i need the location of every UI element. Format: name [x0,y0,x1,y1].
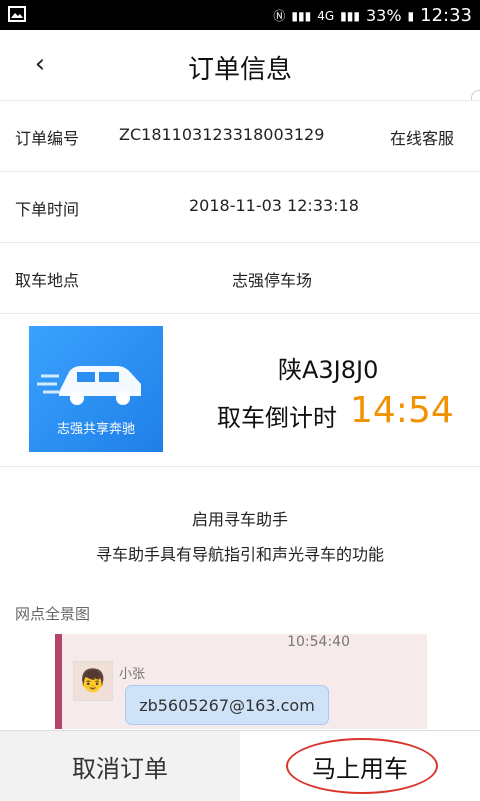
assistant-description: 寻车助手具有导航指引和声光寻车的功能 [95,545,384,564]
cancel-order-button[interactable]: 取消订单 [0,731,240,801]
use-car-now-button[interactable]: 马上用车 [240,731,480,801]
assistant-title[interactable]: 启用寻车助手 [0,506,480,530]
panorama-accent-bar [55,634,62,729]
order-time-label: 下单时间 [15,200,80,219]
panorama-image[interactable]: 10:54:40 👦 小张 zb5605267@163.com [55,634,427,729]
countdown-value: 14:54 [350,390,454,431]
countdown-label: 取车倒计时 [217,404,337,432]
battery-icon: ▮ [407,8,415,23]
car-card: 志强共享奔驰 陕A3J8J0 取车倒计时 14:54 [0,313,480,467]
order-number-row: 订单编号 ZC181103123318003129 在线客服 [0,100,480,172]
pickup-value: 志强停车场 [232,271,313,290]
online-service-link[interactable]: 在线客服 [390,125,454,149]
avatar: 👦 [73,661,113,701]
car-image: 志强共享奔驰 [29,326,163,452]
gallery-icon [8,6,26,26]
status-bar: Ⓝ ▮▮▮ 4G ▮▮▮ 33% ▮ 12:33 [0,0,480,30]
bottom-bar: 取消订单 马上用车 [0,730,480,801]
order-number-value: ZC181103123318003129 [119,125,325,144]
chat-sender: 小张 [119,667,146,682]
battery-text: 33% [365,6,402,25]
chat-bubble: zb5605267@163.com [125,685,329,725]
page-title: 订单信息 [187,55,292,85]
car-brand-text: 志强共享奔驰 [56,422,135,437]
pickup-row: 取车地点 志强停车场 [0,242,480,314]
clock: 12:33 [420,5,472,26]
status-right: Ⓝ ▮▮▮ 4G ▮▮▮ 33% ▮ 12:33 [273,5,472,26]
panorama-label: 网点全景图 [15,605,91,623]
use-car-now-label: 马上用车 [312,754,408,783]
order-time-row: 下单时间 2018-11-03 12:33:18 [0,171,480,243]
network-label: 4G [317,8,335,23]
order-time-value: 2018-11-03 12:33:18 [189,196,359,215]
header: ‹ 订单信息 [0,30,480,100]
license-plate: 陕A3J8J0 [278,356,379,384]
chat-timestamp: 10:54:40 [287,634,350,650]
signal-bars-icon: ▮▮▮ [340,8,360,23]
signal-icon: ▮▮▮ [291,8,312,23]
order-number-label: 订单编号 [15,129,80,148]
pickup-label: 取车地点 [15,271,80,290]
nfc-icon: Ⓝ [273,8,286,23]
